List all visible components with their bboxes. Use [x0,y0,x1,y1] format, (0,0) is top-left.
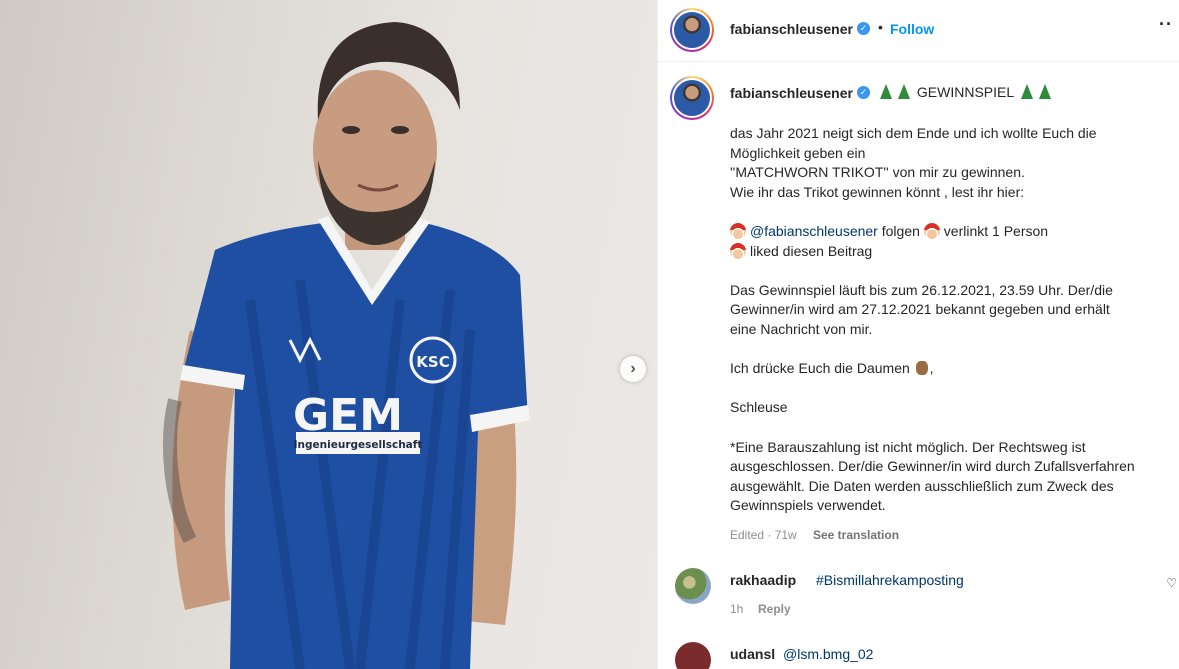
author-username[interactable]: fabianschleusener [730,21,853,37]
thumbs-text: Ich drücke Euch die Daumen [730,360,910,377]
santa-emoji-icon [923,222,940,239]
caption-line: eine Nachricht von mir. [730,320,873,337]
heart-icon[interactable]: ♡ [1166,576,1177,590]
caption-steps-line: @fabianschleusener folgen verlinkt 1 Per… [730,222,1170,242]
sponsor-subtitle: Ingenieurgesellschaft [294,439,423,451]
comment-username[interactable]: udansl [730,646,775,662]
post-photo: KSC GEM Ingenieurgesellschaft › [0,0,657,669]
christmas-tree-icon [1038,84,1051,99]
next-photo-button[interactable]: › [620,356,646,382]
more-options-icon[interactable]: ·· [1159,14,1173,35]
verified-badge-icon: ✓ [857,22,870,35]
chevron-right-icon: › [630,360,636,377]
caption-title: GEWINNSPIEL [877,84,1054,100]
step-tag-text: verlinkt 1 Person [943,222,1049,239]
santa-emoji-icon [730,242,746,259]
comment-mention-link[interactable]: @lsm.bmg_02 [783,646,873,662]
christmas-tree-icon [1020,84,1033,99]
comment-hashtag-link[interactable]: #Bismillahrekamposting [816,572,964,588]
caption-line: *Eine Barauszahlung ist nicht möglich. D… [730,438,1086,455]
author-avatar[interactable] [670,8,714,52]
step-like-text: liked diesen Beitrag [750,242,873,259]
verified-badge-icon: ✓ [857,86,870,99]
comment-avatar[interactable] [675,642,711,669]
step-follow-text: folgen [881,222,920,239]
caption-meta: Edited · 71w [730,528,797,542]
caption-body: das Jahr 2021 neigt sich dem Ende und ic… [730,124,1170,516]
post-side-panel: fabianschleusener ✓ • Follow ·· fabiansc… [657,0,1179,669]
header-separator: • [878,19,883,35]
caption-line: ausgeschlossen. Der/die Gewinner/in wird… [730,458,1135,475]
caption-thumbs-line: Ich drücke Euch die Daumen , [730,359,1170,379]
post-header: fabianschleusener ✓ • Follow ·· [658,0,1179,62]
follow-button[interactable]: Follow [890,21,934,37]
caption-line: Wie ihr das Trikot gewinnen könnt , lest… [730,183,1025,200]
comment-time: 1h [730,602,744,616]
caption-username[interactable]: fabianschleusener [730,85,853,101]
crossed-fingers-emoji-icon [915,361,928,376]
caption-line: das Jahr 2021 neigt sich dem Ende und ic… [730,125,1097,141]
comment-avatar[interactable] [675,568,711,604]
caption-line: ''MATCHWORN TRIKOT'' von mir zu gewinnen… [730,164,1025,181]
caption-line: Möglichkeit geben ein [730,144,866,161]
santa-emoji-icon [730,222,746,239]
caption-title-text: GEWINNSPIEL [916,84,1014,100]
player-illustration: KSC GEM Ingenieurgesellschaft [163,22,530,669]
reply-button[interactable]: Reply [758,602,791,616]
caption-steps-line: liked diesen Beitrag [730,242,1170,262]
comment-username[interactable]: rakhaadip [730,572,796,588]
thumbs-comma: , [929,360,934,377]
christmas-tree-icon [898,84,910,99]
caption-avatar[interactable] [670,76,714,120]
caption-line: Gewinner/in wird am 27.12.2021 bekannt g… [730,301,1110,318]
christmas-tree-icon [880,84,892,99]
left-eye [342,126,360,134]
caption-line: Gewinnspiels verwendet. [730,497,886,514]
caption-line: ausgewählt. Die Daten werden ausschließl… [730,477,1114,494]
caption-signoff: Schleuse [730,399,788,416]
see-translation-button[interactable]: See translation [813,528,899,542]
crest-text: KSC [416,353,449,371]
caption-line: Das Gewinnspiel läuft bis zum 26.12.2021… [730,281,1113,298]
right-eye [391,126,409,134]
caption-mention-link[interactable]: @fabianschleusener [750,223,878,239]
